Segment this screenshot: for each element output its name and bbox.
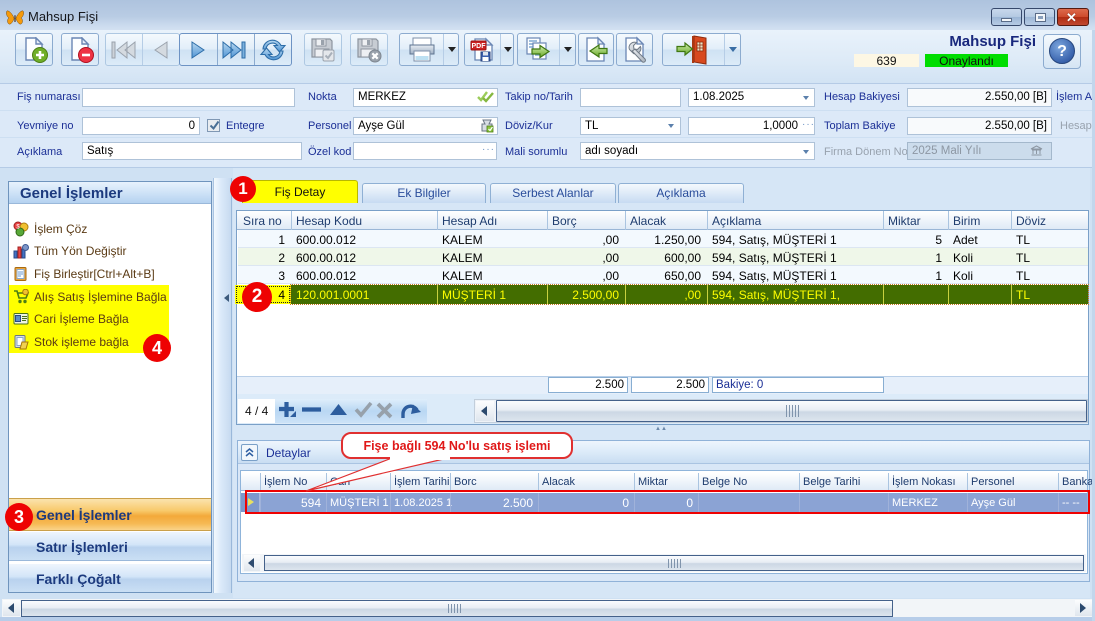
svg-text:PDF: PDF — [472, 43, 487, 50]
